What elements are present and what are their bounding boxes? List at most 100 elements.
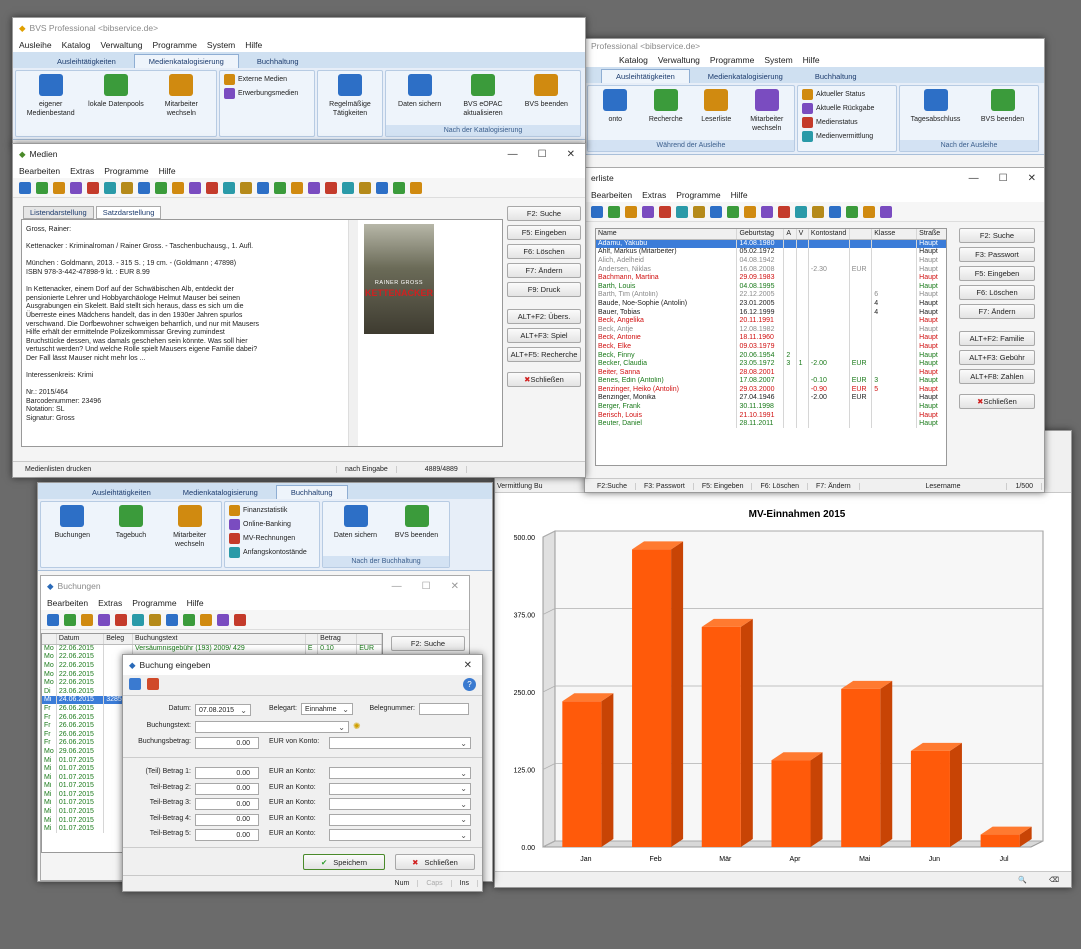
to-account-select-1[interactable] <box>329 767 471 779</box>
partial-amount-field-4[interactable]: 0.00 <box>195 813 259 826</box>
table-row[interactable]: Andersen, Niklas 16.08.2008 -2.30 EUR Haupt <box>596 264 946 274</box>
ribbon-link-3[interactable]: Medienvermittlung <box>802 131 892 142</box>
toolbar-button[interactable] <box>880 205 892 218</box>
side-button-2[interactable]: F5: Eingeben <box>959 266 1035 281</box>
toolbar-button[interactable] <box>608 205 620 218</box>
toolbar-button[interactable] <box>410 181 422 194</box>
ribbon-button-1[interactable]: Recherche <box>641 89 692 124</box>
menu-item-hilfe[interactable]: Hilfe <box>245 40 262 50</box>
side-button-0[interactable]: F2: Suche <box>507 206 581 221</box>
menu-item-programme[interactable]: Programme <box>710 55 754 65</box>
menu-item-programme[interactable]: Programme <box>132 598 176 608</box>
table-row[interactable]: Benes, Edin (Antolin) 17.08.2007 -0.10 EUR 3… <box>596 376 946 386</box>
ribbon-link-0[interactable]: Externe Medien <box>224 74 310 85</box>
menu-item-extras[interactable]: Extras <box>70 166 94 176</box>
ribbon-link-0[interactable]: Finanzstatistik <box>229 505 315 516</box>
amount-field[interactable]: 0.00 <box>195 737 259 749</box>
minimize-icon[interactable]: — <box>392 581 402 592</box>
side-button-2[interactable]: F6: Löschen <box>507 244 581 259</box>
toolbar-button[interactable] <box>183 613 195 626</box>
ribbon-button-0[interactable]: Tagesabschluss <box>908 89 964 124</box>
table-row[interactable]: Alich, Adelheid 04.08.1942 Haupt <box>596 256 946 265</box>
table-row[interactable]: Bachmann, Martina 29.09.1983 Haupt <box>596 273 946 282</box>
toolbar-button[interactable] <box>217 613 229 626</box>
ribbon-button-1[interactable]: Tagebuch <box>103 505 159 540</box>
ribbon-button-0[interactable]: Daten sichern <box>392 74 448 109</box>
menu-item-bearbeiten[interactable]: Bearbeiten <box>47 598 88 608</box>
menu-item-system[interactable]: System <box>764 55 792 65</box>
close-icon[interactable]: ✕ <box>567 149 575 160</box>
menu-item-hilfe[interactable]: Hilfe <box>803 55 820 65</box>
toolbar-button[interactable] <box>727 205 739 218</box>
table-row[interactable]: Berisch, Louis 21.10.1991 Haupt <box>596 410 946 420</box>
ribbon-link-3[interactable]: Anfangskontostände <box>229 547 315 558</box>
close-icon[interactable]: ✕ <box>451 581 459 592</box>
partial-amount-field-1[interactable]: 0.00 <box>195 767 259 779</box>
zoom-icon[interactable]: 🔍 <box>1010 876 1035 884</box>
tab-0[interactable]: Ausleihtätigkeiten <box>43 55 130 68</box>
side-button-4[interactable]: F9: Druck <box>507 282 581 297</box>
menu-item-verwaltung[interactable]: Verwaltung <box>100 40 142 50</box>
partial-amount-field-5[interactable]: 0.00 <box>195 829 259 841</box>
tab-1[interactable]: Medienkatalogisierung <box>694 70 797 83</box>
toolbar-button[interactable] <box>19 181 31 194</box>
toolbar-button[interactable] <box>70 181 82 194</box>
toolbar-button[interactable] <box>591 205 603 218</box>
table-row[interactable]: Benzinger, Monika 27.04.1946 -2.00 EUR Haupt <box>596 393 946 403</box>
toolbar-button[interactable] <box>155 181 167 194</box>
table-row[interactable]: Ahlf, Markus (Mitarbeiter) 05.02.1972 Haup… <box>596 247 946 257</box>
date-field[interactable]: 07.08.2015 <box>195 704 251 716</box>
menu-item-hilfe[interactable]: Hilfe <box>731 190 748 200</box>
tab-2[interactable]: Buchhaltung <box>275 485 348 499</box>
table-row[interactable]: Beck, Finny 20.06.1954 2 Haupt <box>596 350 946 360</box>
toolbar-button[interactable] <box>132 613 144 626</box>
toolbar-button[interactable] <box>291 181 303 194</box>
side-button-1[interactable]: F3: Passwort <box>959 247 1035 262</box>
toolbar-button[interactable] <box>53 181 65 194</box>
menu-item-hilfe[interactable]: Hilfe <box>159 166 176 176</box>
side-button-1[interactable]: F5: Eingeben <box>507 225 581 240</box>
toolbar-button[interactable] <box>710 205 722 218</box>
tab-1[interactable]: Medienkatalogisierung <box>169 486 272 499</box>
side-button-3[interactable]: F6: Löschen <box>959 285 1035 300</box>
table-header[interactable]: Betrag <box>317 634 358 645</box>
ribbon-button-1[interactable]: BVS beenden <box>389 505 445 540</box>
to-account-select-5[interactable] <box>329 829 471 841</box>
doc-type-select[interactable]: Einnahme <box>301 703 353 715</box>
table-row[interactable]: Adamu, Yakubu 14.08.1980 Haupt <box>596 239 946 248</box>
from-account-select[interactable] <box>329 737 471 749</box>
menu-item-verwaltung[interactable]: Verwaltung <box>658 55 700 65</box>
toolbar-button[interactable] <box>257 181 269 194</box>
text-field[interactable] <box>195 721 349 733</box>
toolbar-button[interactable] <box>625 205 637 218</box>
ribbon-button-1[interactable]: BVS eOPAC aktualisieren <box>455 74 511 118</box>
menu-item-katalog[interactable]: Katalog <box>62 40 91 50</box>
table-header[interactable]: Geburtstag <box>736 229 785 240</box>
menu-item-hilfe[interactable]: Hilfe <box>187 598 204 608</box>
close-button[interactable]: ✖ Schließen <box>395 854 475 870</box>
toolbar-button[interactable] <box>693 205 705 218</box>
table-row[interactable]: Mo 22.06.2015 Versäumnisgebühr (193) 2009/… <box>42 644 382 653</box>
table-row[interactable]: Beiter, Sanna 28.08.2001 Haupt <box>596 367 946 377</box>
to-account-select-3[interactable] <box>329 798 471 810</box>
toolbar-button[interactable] <box>98 613 110 626</box>
table-header[interactable]: Beleg <box>103 634 133 645</box>
table-row[interactable]: Bauer, Tobias 16.12.1999 4 Haupt <box>596 307 946 317</box>
menu-item-programme[interactable]: Programme <box>104 166 148 176</box>
toolbar-button[interactable] <box>200 613 212 626</box>
table-header[interactable] <box>305 634 319 645</box>
toolbar-button[interactable] <box>121 181 133 194</box>
side-button-6[interactable]: ALT+F3: Gebühr <box>959 350 1035 365</box>
side-button-3[interactable]: F7: Ändern <box>507 263 581 278</box>
side-button-5[interactable]: ALT+F2: Familie <box>959 331 1035 346</box>
table-header[interactable]: Name <box>596 229 738 240</box>
maximize-icon[interactable]: ☐ <box>538 149 547 160</box>
ribbon-link-2[interactable]: Medienstatus <box>802 117 892 128</box>
table-row[interactable]: Barth, Louis 04.08.1995 Haupt <box>596 281 946 291</box>
toolbar-button[interactable] <box>87 181 99 194</box>
toolbar-button[interactable] <box>863 205 875 218</box>
toolbar-button[interactable] <box>166 613 178 626</box>
toolbar-button[interactable] <box>104 181 116 194</box>
table-header[interactable]: Datum <box>56 634 105 645</box>
menu-item-programme[interactable]: Programme <box>676 190 720 200</box>
